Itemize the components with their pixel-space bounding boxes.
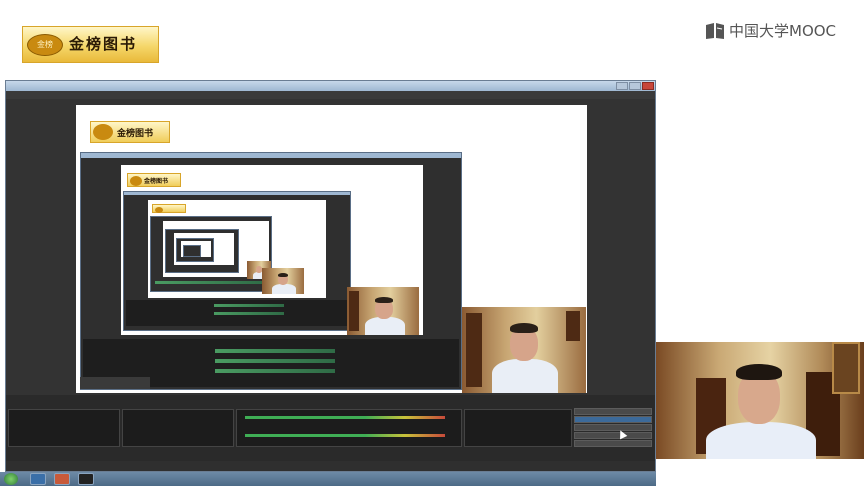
publisher-logo: 金榜 金榜图书 — [22, 26, 159, 63]
close-button[interactable] — [642, 82, 654, 90]
app-icon[interactable] — [54, 473, 70, 485]
captured-logo: 金榜图书 — [90, 121, 170, 143]
window-controls — [616, 82, 655, 90]
exit-button[interactable] — [574, 440, 652, 447]
minimize-button[interactable] — [616, 82, 628, 90]
publisher-badge: 金榜 — [27, 33, 63, 56]
presenter-webcam — [656, 342, 864, 459]
book-icon — [706, 22, 724, 39]
taskbar — [0, 472, 656, 486]
obs-docks — [6, 395, 655, 461]
preview-canvas[interactable]: 金榜图书 金榜图书 — [6, 99, 655, 395]
mooc-brand: 中国大学MOOC — [705, 20, 836, 41]
window-title-bar[interactable] — [6, 81, 655, 91]
audio-mixer[interactable] — [236, 409, 462, 447]
platform-name: 中国大学MOOC — [729, 22, 837, 40]
captured-screen: 金榜图书 金榜图书 — [76, 105, 587, 393]
windows-start-icon[interactable] — [4, 473, 18, 485]
start-recording-button[interactable] — [574, 416, 652, 423]
scenes-list[interactable] — [8, 409, 120, 447]
status-bar — [6, 461, 655, 471]
obs-icon[interactable] — [78, 473, 94, 485]
maximize-button[interactable] — [629, 82, 641, 90]
start-streaming-button[interactable] — [574, 408, 652, 415]
audio-meter — [245, 416, 445, 419]
file-explorer-icon[interactable] — [30, 473, 46, 485]
audio-meter — [245, 434, 445, 437]
nested-obs-window: 金榜图书 — [80, 152, 462, 390]
captured-webcam — [462, 307, 586, 393]
scene-transitions[interactable] — [464, 409, 572, 447]
studio-mode-button[interactable] — [574, 424, 652, 431]
screen-recording: 金榜 金榜图书 中国大学MOOC 金榜图书 金榜图书 — [0, 0, 864, 486]
webcam-bottom-area — [656, 459, 864, 486]
publisher-logo-text: 金榜图书 — [69, 35, 138, 53]
menu-bar[interactable] — [6, 91, 655, 99]
settings-button[interactable] — [574, 432, 652, 439]
obs-window: 金榜图书 金榜图书 — [5, 80, 656, 472]
sources-list[interactable] — [122, 409, 234, 447]
